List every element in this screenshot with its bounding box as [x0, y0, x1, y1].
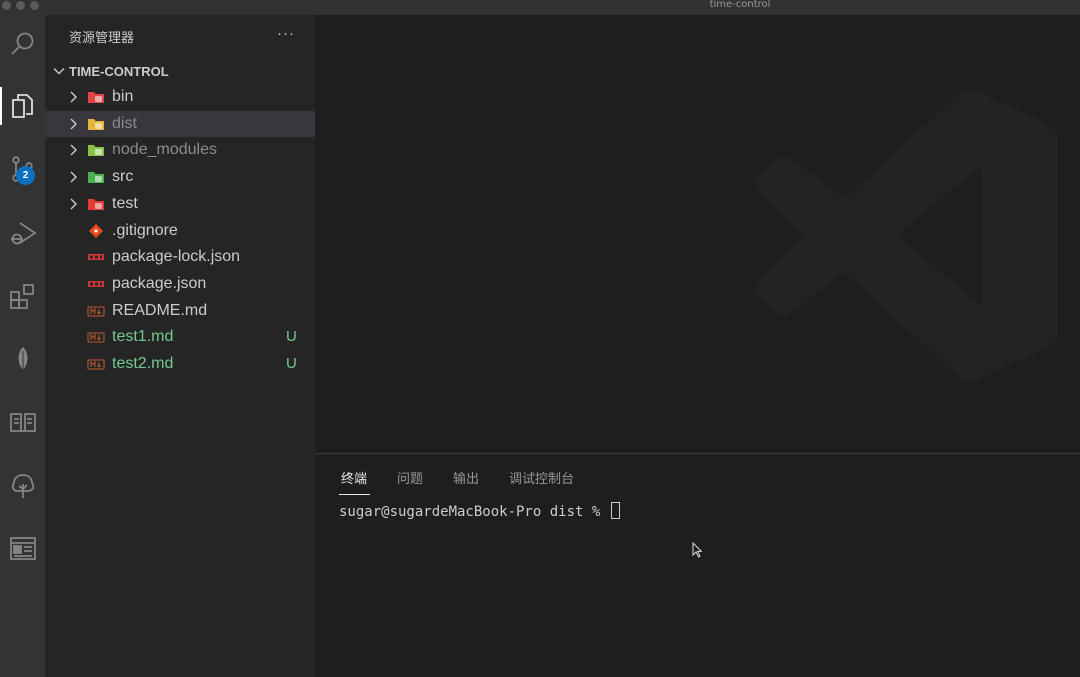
tree-icon — [11, 474, 34, 498]
workspace-folder-header[interactable]: TIME-CONTROL — [45, 62, 315, 82]
terminal-prompt: sugar@sugardeMacBook-Pro dist % — [339, 504, 609, 520]
tree-item-label: dist — [112, 115, 137, 132]
chevron-down-icon — [53, 68, 65, 75]
explorer-sidebar: 资源管理器 ··· TIME-CONTROL bin dist node_modul… — [45, 15, 315, 677]
more-actions-button[interactable]: ··· — [277, 25, 295, 42]
tree-folder-src[interactable]: src — [45, 164, 315, 190]
terminal-cursor — [610, 502, 620, 519]
browser-preview-icon — [9, 537, 36, 560]
explorer-icon — [11, 94, 33, 118]
tree-file-test1-md[interactable]: test1.md U — [45, 324, 315, 350]
npm-file-icon — [88, 254, 104, 260]
activity-explorer[interactable] — [0, 81, 45, 131]
npm-file-icon — [88, 281, 104, 287]
leaf-icon — [18, 347, 27, 372]
tree-item-label: package.json — [112, 275, 207, 292]
chevron-right-icon — [70, 171, 77, 183]
terminal-output[interactable]: sugar@sugardeMacBook-Pro dist % — [339, 502, 620, 520]
chevron-right-icon — [70, 198, 77, 210]
tree-item-label: src — [112, 168, 134, 185]
tree-folder-test[interactable]: test — [45, 191, 315, 217]
tree-item-label: package-lock.json — [112, 248, 241, 265]
tree-folder-bin[interactable]: bin — [45, 84, 315, 110]
markdown-file-icon — [87, 359, 105, 370]
tree-file-readme-md[interactable]: README.md — [45, 298, 315, 324]
tree-item-label: README.md — [112, 302, 208, 319]
tree-item-label: node_modules — [112, 141, 217, 158]
tree-item-label: test1.md — [112, 328, 174, 345]
activity-source-control[interactable]: 2 — [0, 144, 45, 194]
tree-file-package-lock-json[interactable]: package-lock.json — [45, 244, 315, 270]
node-modules-folder-icon — [88, 145, 104, 156]
mouse-pointer-icon — [692, 542, 702, 558]
tab-terminal[interactable]: 终端 — [341, 468, 367, 487]
chevron-right-icon — [70, 118, 77, 130]
tree-item-label: test2.md — [112, 355, 174, 372]
git-status-badge: U — [286, 355, 297, 372]
tree-item-label: bin — [112, 88, 134, 105]
title-bar: time-control — [0, 0, 1080, 15]
run-debug-icon — [10, 222, 37, 245]
tree-item-label: .gitignore — [112, 222, 178, 239]
window-title: time-control — [709, 0, 771, 10]
tree-file-test2-md[interactable]: test2.md U — [45, 351, 315, 377]
activity-extensions[interactable] — [0, 271, 45, 321]
activity-tree[interactable] — [0, 461, 45, 511]
activity-mongodb[interactable] — [0, 334, 45, 384]
tree-item-label: test — [112, 195, 138, 212]
tree-folder-dist[interactable]: dist — [45, 111, 315, 137]
activity-run-debug[interactable] — [0, 208, 45, 258]
markdown-file-icon — [87, 332, 105, 343]
workspace-folder-name: TIME-CONTROL — [69, 64, 169, 79]
activity-browser-preview[interactable] — [0, 523, 45, 573]
sidebar-title: 资源管理器 — [69, 30, 135, 45]
chevron-right-icon — [70, 144, 77, 156]
tree-file--gitignore[interactable]: .gitignore — [45, 218, 315, 244]
dist-folder-icon — [88, 119, 104, 130]
search-icon — [10, 32, 33, 55]
git-file-icon — [89, 224, 103, 238]
test-folder-icon — [88, 199, 104, 210]
tab-output[interactable]: 输出 — [453, 468, 479, 487]
bin-folder-icon — [88, 92, 104, 103]
extensions-icon — [9, 284, 34, 309]
activity-book[interactable] — [0, 397, 45, 447]
activity-search[interactable] — [0, 19, 45, 69]
tab-problems[interactable]: 问题 — [397, 468, 423, 487]
bottom-panel: 终端 问题 输出 调试控制台 sugar@sugardeMacBook-Pro … — [315, 453, 1080, 677]
chevron-right-icon — [70, 91, 77, 103]
activity-bar: 2 — [0, 15, 45, 677]
git-status-badge: U — [286, 328, 297, 345]
tree-folder-node-modules[interactable]: node_modules — [45, 137, 315, 163]
tree-file-package-json[interactable]: package.json — [45, 271, 315, 297]
vscode-logo-watermark — [756, 90, 1058, 381]
editor-area — [315, 15, 1080, 453]
source-control-badge: 2 — [16, 166, 35, 185]
active-tab-indicator — [339, 494, 370, 495]
tab-debug-console[interactable]: 调试控制台 — [509, 468, 574, 487]
book-icon — [9, 413, 36, 432]
markdown-file-icon — [87, 306, 105, 317]
src-folder-icon — [88, 172, 104, 183]
